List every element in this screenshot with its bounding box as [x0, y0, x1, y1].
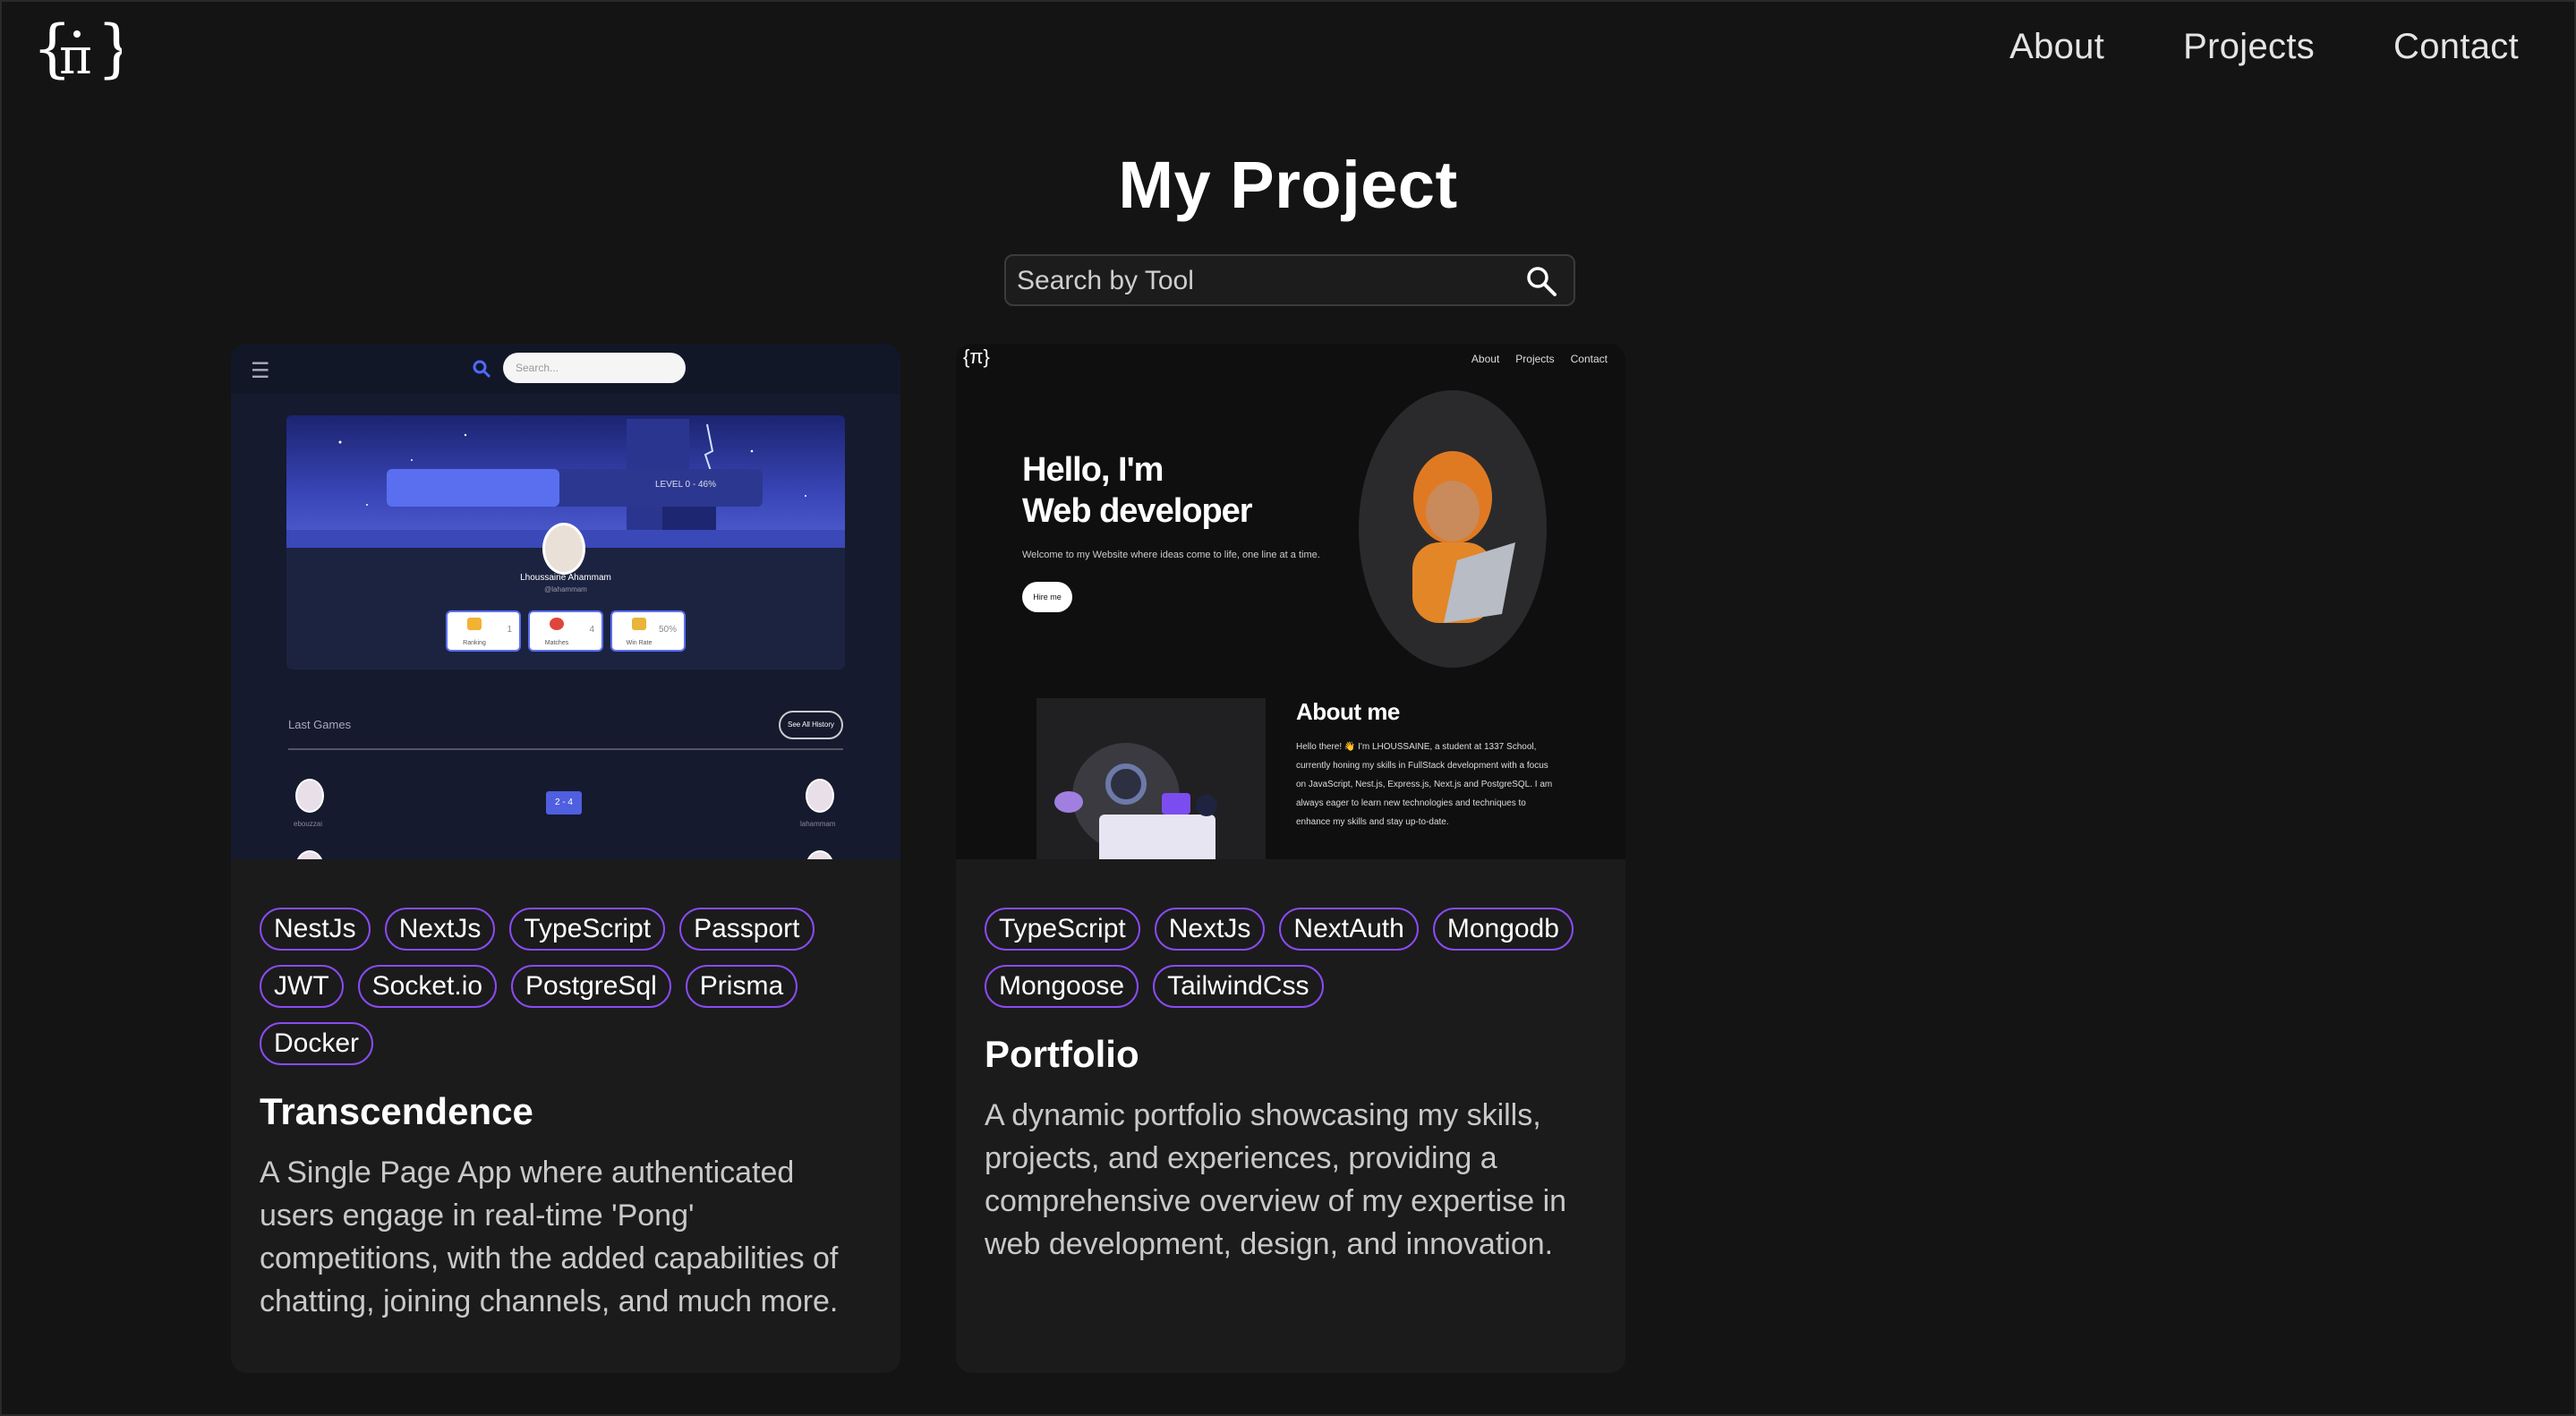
tag[interactable]: NestJs: [260, 908, 371, 951]
player-right-name: lahammam: [800, 820, 836, 828]
avatar: [806, 850, 834, 859]
level-progress-bar: LEVEL 0 - 46%: [387, 469, 763, 507]
project-card-body: NestJs NextJs TypeScript Passport JWT So…: [260, 908, 872, 1323]
nav-about[interactable]: About: [2009, 27, 2104, 67]
project-preview-image: {π} About Projects Contact Hello, I'm We…: [956, 344, 1625, 859]
project-description: A Single Page App where authenticated us…: [260, 1156, 839, 1318]
main-nav: About Projects Contact: [2009, 27, 2519, 67]
see-all-history-button: See All History: [779, 711, 843, 739]
crown-icon: [467, 618, 482, 630]
page-title: My Project: [1118, 148, 1458, 222]
tag[interactable]: NextJs: [1154, 908, 1266, 951]
preview-hero-line: Web developer: [1022, 492, 1253, 530]
pi-logo-icon[interactable]: { π }: [32, 14, 122, 86]
project-card-portfolio[interactable]: {π} About Projects Contact Hello, I'm We…: [956, 344, 1625, 1373]
preview-about-text: Hello there! 👋 I'm LHOUSSAINE, a student…: [1296, 742, 1553, 827]
tag[interactable]: Docker: [260, 1022, 374, 1065]
nav-projects[interactable]: Projects: [2183, 27, 2315, 67]
search-icon: [473, 360, 491, 379]
avatar: [806, 779, 834, 813]
project-preview-image: ☰ Search... LEVEL 0 - 46% Lhoussaine Aha…: [231, 344, 900, 859]
tag[interactable]: Passport: [679, 908, 815, 951]
preview-nav: About Projects Contact: [1471, 353, 1608, 365]
stat-label: Matches: [544, 640, 569, 646]
level-text: LEVEL 0 - 46%: [655, 480, 717, 490]
preview-nav-item: About: [1471, 353, 1500, 365]
search-input[interactable]: [1015, 256, 1520, 306]
stat-label: Win Rate: [626, 640, 653, 646]
stat-value: 50%: [658, 625, 677, 635]
stat-value: 1: [507, 625, 512, 635]
preview-search-box: Search...: [503, 353, 686, 383]
preview-nav-item: Contact: [1570, 353, 1608, 365]
preview-hero-line: Hello, I'm: [1022, 451, 1164, 489]
tag[interactable]: TypeScript: [985, 908, 1140, 951]
tag[interactable]: NextJs: [384, 908, 496, 951]
tag[interactable]: Prisma: [685, 965, 798, 1008]
stat-win-rate: Win Rate 50%: [610, 610, 686, 652]
stat-value: 4: [589, 625, 594, 635]
preview-user-name: Lhoussaine Ahammam: [520, 573, 611, 583]
preview-stats: Ranking 1 Matches 4 Win Rate 50%: [446, 610, 686, 652]
preview-welcome-text: Welcome to my Website where ideas come t…: [1022, 550, 1320, 560]
hire-me-button: Hire me: [1022, 582, 1072, 612]
tag-list: NestJs NextJs TypeScript Passport JWT So…: [260, 908, 872, 1065]
trophy-icon: [632, 618, 646, 630]
preview-profile-card: LEVEL 0 - 46% Lhoussaine Ahammam @lahamm…: [286, 415, 845, 670]
avatar: [295, 779, 324, 813]
avatar: [542, 523, 585, 575]
project-title: Transcendence: [260, 1090, 533, 1132]
svg-text:}: }: [97, 14, 122, 85]
preview-logo: {π}: [963, 345, 990, 368]
stat-ranking: Ranking 1: [446, 610, 521, 652]
tag[interactable]: Mongoose: [985, 965, 1139, 1008]
tag-list: TypeScript NextJs NextAuth Mongodb Mongo…: [985, 908, 1597, 1008]
tag[interactable]: PostgreSql: [511, 965, 671, 1008]
developer-illustration: [1359, 390, 1547, 668]
about-illustration: [1036, 698, 1266, 859]
project-card-transcendence[interactable]: ☰ Search... LEVEL 0 - 46% Lhoussaine Aha…: [231, 344, 900, 1373]
preview-hero-heading: Hello, I'm Web developer: [1022, 449, 1253, 532]
preview-user-handle: @lahammam: [544, 585, 587, 593]
player-left-name: ebouzzai: [294, 820, 323, 828]
divider: [288, 748, 843, 750]
tag[interactable]: TypeScript: [509, 908, 666, 951]
project-title: Portfolio: [985, 1033, 1139, 1075]
search-icon[interactable]: [1525, 265, 1557, 297]
preview-about-title: About me: [1296, 698, 1400, 725]
stat-label: Ranking: [463, 640, 486, 646]
avatar: [295, 850, 324, 859]
search-bar: [1004, 254, 1575, 306]
tag[interactable]: TailwindCss: [1153, 965, 1324, 1008]
preview-nav-item: Projects: [1515, 353, 1555, 365]
tag[interactable]: Socket.io: [357, 965, 498, 1008]
project-description: A dynamic portfolio showcasing my skills…: [985, 1098, 1567, 1261]
nav-contact[interactable]: Contact: [2393, 27, 2519, 67]
tag[interactable]: NextAuth: [1279, 908, 1419, 951]
tag[interactable]: Mongodb: [1432, 908, 1574, 951]
tag[interactable]: JWT: [260, 965, 344, 1008]
balloon-icon: [550, 618, 564, 630]
last-games-label: Last Games: [288, 718, 352, 731]
match-score: 2 - 4: [546, 791, 582, 815]
project-card-body: TypeScript NextJs NextAuth Mongodb Mongo…: [985, 908, 1597, 1266]
level-progress-fill: [387, 469, 560, 507]
preview-topbar: ☰ Search...: [231, 344, 900, 394]
stat-matches: Matches 4: [528, 610, 603, 652]
menu-icon: ☰: [251, 359, 270, 383]
